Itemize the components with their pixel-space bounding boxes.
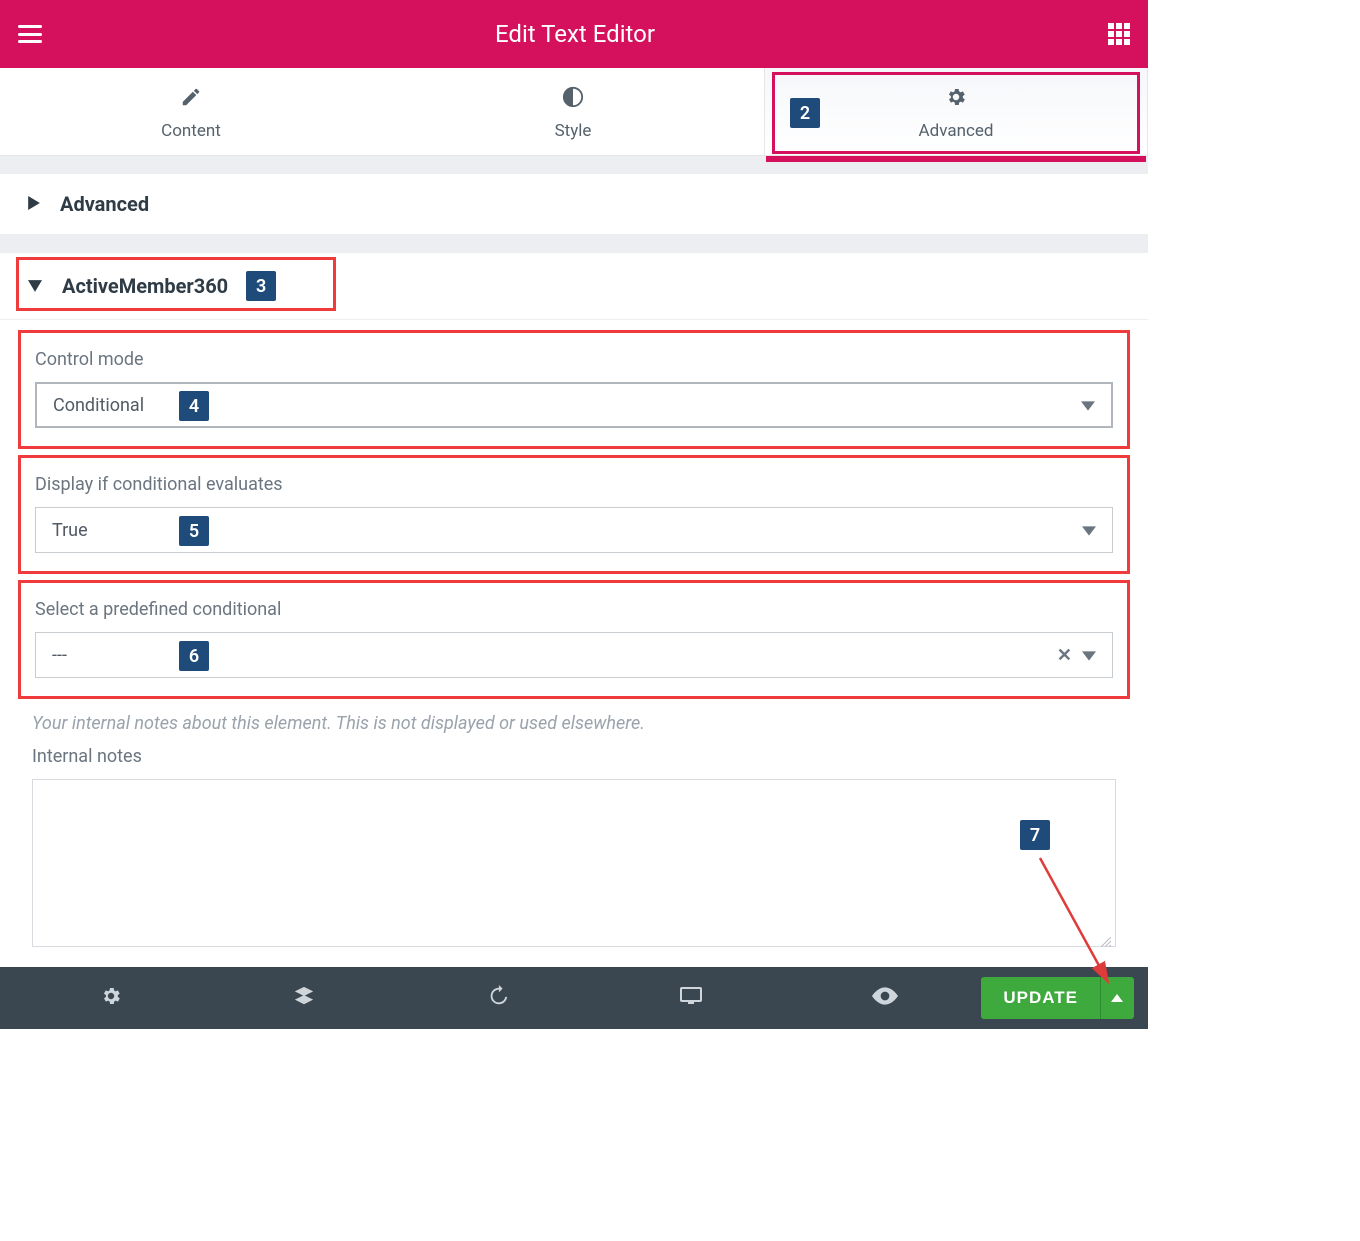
tab-label: Style: [555, 121, 592, 141]
chevron-down-icon: [1081, 395, 1095, 416]
footer-history-icon[interactable]: [401, 985, 594, 1011]
clear-icon[interactable]: ✕: [1057, 645, 1072, 666]
caret-right-icon: [28, 195, 40, 214]
section-title: Advanced: [60, 192, 149, 216]
internal-notes-label: Internal notes: [0, 734, 1148, 779]
tab-style[interactable]: Style: [382, 68, 764, 155]
field-label: Control mode: [35, 349, 1113, 370]
resize-handle-icon: [1101, 932, 1111, 942]
chevron-down-icon: [1082, 645, 1096, 666]
editor-footer: UPDATE: [0, 967, 1148, 1029]
badge-7: 7: [1020, 820, 1050, 850]
contrast-icon: [382, 86, 764, 113]
update-options-button[interactable]: [1100, 977, 1134, 1019]
badge-4: 4: [179, 391, 209, 421]
internal-notes-helper: Your internal notes about this element. …: [0, 699, 1148, 734]
hamburger-icon[interactable]: [18, 25, 42, 43]
badge-2: 2: [790, 98, 820, 128]
select-value: ---: [52, 645, 67, 666]
editor-topbar: Edit Text Editor: [0, 0, 1148, 68]
control-mode-field: Control mode Conditional 4: [18, 330, 1130, 449]
internal-notes-textarea[interactable]: [32, 779, 1116, 947]
gear-icon: [765, 86, 1147, 113]
field-label: Display if conditional evaluates: [35, 474, 1113, 495]
tab-advanced[interactable]: Advanced: [764, 68, 1148, 155]
update-button[interactable]: UPDATE: [981, 977, 1100, 1019]
select-value: Conditional: [53, 395, 144, 416]
annotation-highlight: [16, 257, 336, 311]
predefined-field: Select a predefined conditional --- ✕ 6: [18, 580, 1130, 699]
page-title: Edit Text Editor: [42, 20, 1108, 48]
evaluates-field: Display if conditional evaluates True 5: [18, 455, 1130, 574]
pencil-icon: [0, 86, 382, 113]
apps-grid-icon[interactable]: [1108, 23, 1130, 45]
tab-label: Content: [161, 121, 221, 141]
footer-navigator-icon[interactable]: [207, 985, 400, 1011]
footer-preview-icon[interactable]: [788, 987, 981, 1009]
footer-settings-icon[interactable]: [14, 985, 207, 1011]
divider-band: [0, 235, 1148, 253]
divider-band: [0, 156, 1148, 174]
badge-5: 5: [179, 516, 209, 546]
badge-6: 6: [179, 641, 209, 671]
chevron-down-icon: [1082, 520, 1096, 541]
tab-content[interactable]: Content: [0, 68, 382, 155]
select-value: True: [52, 520, 88, 541]
field-label: Select a predefined conditional: [35, 599, 1113, 620]
section-advanced[interactable]: Advanced: [0, 174, 1148, 235]
tabs-row: Content Style Advanced 2: [0, 68, 1148, 156]
footer-responsive-icon[interactable]: [594, 986, 787, 1010]
tab-label: Advanced: [919, 121, 994, 141]
